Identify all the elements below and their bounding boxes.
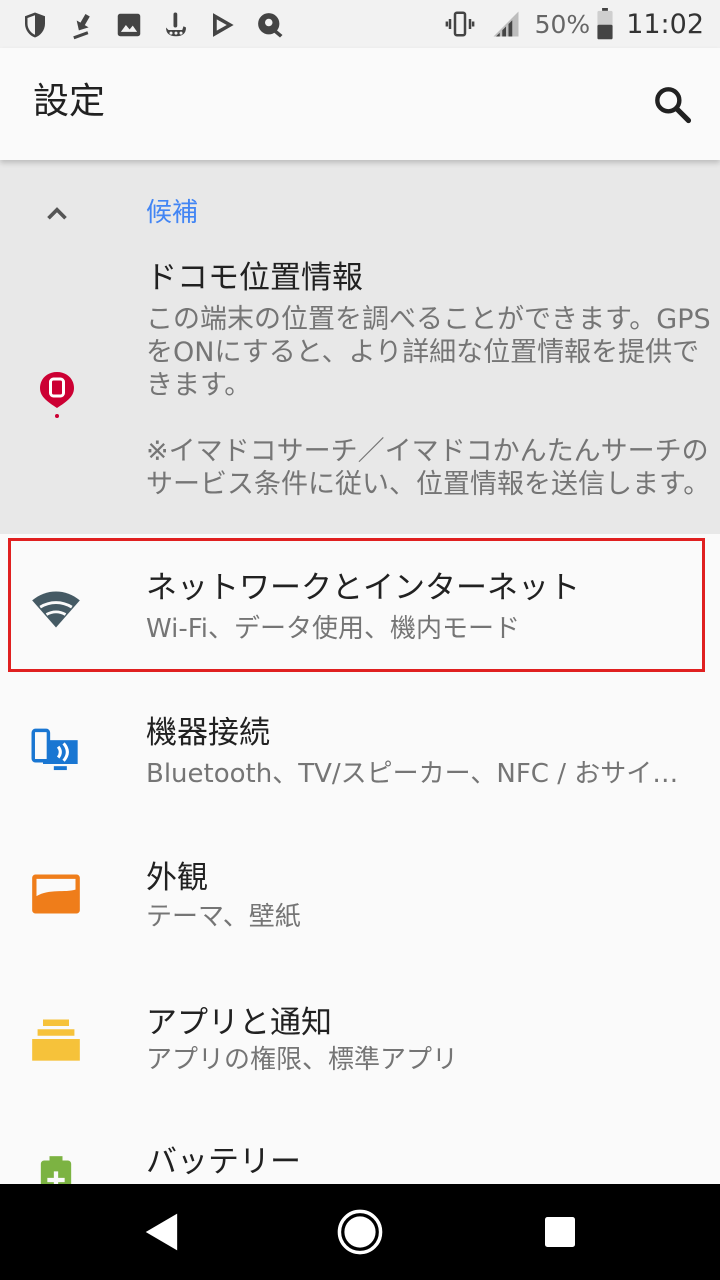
collapse-suggestions-button[interactable] bbox=[40, 197, 74, 231]
notification-icons bbox=[20, 8, 302, 42]
vibrate-icon bbox=[445, 11, 474, 37]
page-title: 設定 bbox=[33, 81, 106, 122]
settings-item-network[interactable]: ネットワークとインターネット Wi-Fi、データ使用、機内モード bbox=[0, 534, 720, 679]
settings-item-subtitle: アプリの権限、標準アプリ bbox=[146, 1045, 459, 1075]
play-store-icon bbox=[213, 13, 234, 37]
settings-item-device-connection[interactable]: 機器接続 Bluetooth、TV/スピーカー、NFC / おサイフケータイ bbox=[0, 679, 720, 824]
back-icon bbox=[145, 1213, 178, 1251]
touch-icon bbox=[166, 12, 186, 37]
docomo-location-icon bbox=[40, 372, 74, 418]
download-icon bbox=[73, 14, 90, 40]
wifi-icon bbox=[32, 591, 80, 628]
settings-item-title: アプリと通知 bbox=[146, 1005, 332, 1041]
suggestion-header: 候補 bbox=[146, 198, 199, 228]
settings-item-subtitle: Wi-Fi、データ使用、機内モード bbox=[146, 614, 521, 644]
shield-icon bbox=[25, 12, 45, 38]
display-icon bbox=[32, 874, 80, 914]
battery-icon bbox=[597, 8, 613, 40]
settings-item-subtitle: テーマ、壁紙 bbox=[146, 902, 301, 932]
status-bar: 50% 11:02 bbox=[0, 0, 720, 48]
recents-icon bbox=[545, 1217, 575, 1247]
suggestion-title: ドコモ位置情報 bbox=[146, 260, 363, 296]
settings-item-subtitle: Bluetooth、TV/スピーカー、NFC / おサイフケータイ bbox=[146, 759, 694, 789]
search-button[interactable] bbox=[650, 82, 694, 126]
apps-icon bbox=[32, 1019, 80, 1061]
sync-icon bbox=[258, 13, 283, 38]
settings-item-title: ネットワークとインターネット bbox=[146, 570, 580, 606]
recents-button[interactable] bbox=[540, 1212, 580, 1252]
settings-item-apps-notifications[interactable]: アプリと通知 アプリの権限、標準アプリ bbox=[0, 969, 720, 1114]
back-button[interactable] bbox=[136, 1206, 188, 1258]
home-icon bbox=[337, 1209, 383, 1255]
settings-item-title: 機器接続 bbox=[146, 715, 270, 751]
navigation-bar bbox=[0, 1184, 720, 1280]
clock: 11:02 bbox=[626, 8, 704, 40]
home-button[interactable] bbox=[334, 1206, 386, 1258]
settings-item-title: バッテリー bbox=[146, 1144, 301, 1180]
battery-percentage: 50% bbox=[534, 9, 591, 39]
settings-item-title: 外観 bbox=[146, 860, 208, 896]
devices-icon bbox=[31, 728, 78, 771]
settings-item-appearance[interactable]: 外観 テーマ、壁紙 bbox=[0, 824, 720, 969]
app-bar: 設定 bbox=[0, 48, 720, 160]
suggestion-description: この端末の位置を調べることができます。GPSをONにすると、より詳細な位置情報を… bbox=[146, 304, 711, 500]
signal-icon bbox=[493, 11, 519, 37]
chevron-up-icon bbox=[47, 207, 67, 220]
search-icon bbox=[655, 87, 692, 124]
system-icons: 50% 11:02 bbox=[445, 6, 704, 42]
image-icon bbox=[117, 13, 141, 37]
